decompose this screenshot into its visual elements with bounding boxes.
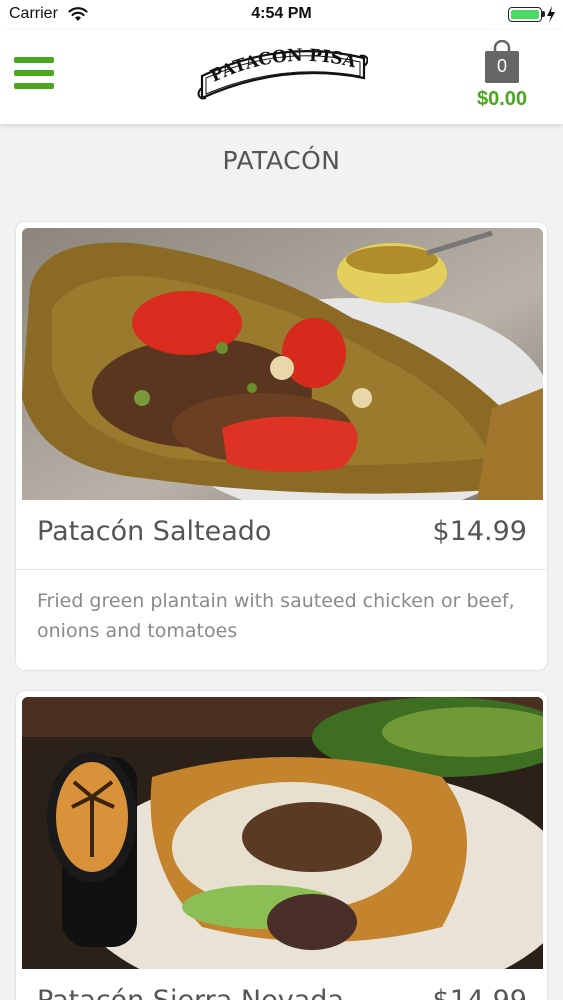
- app-header: PATACON PISA'O 0 $0.00: [0, 30, 563, 124]
- clock: 4:54 PM: [251, 5, 312, 22]
- cart-count-badge: 0: [496, 56, 507, 76]
- brand-logo[interactable]: PATACON PISA'O: [196, 40, 368, 106]
- item-name: Patacón Sierra Nevada: [37, 985, 344, 1000]
- battery-nub: [542, 11, 545, 17]
- battery-icon: [508, 7, 542, 22]
- menu-button[interactable]: [14, 57, 54, 91]
- divider: [16, 569, 547, 570]
- dish-photo: [22, 697, 543, 969]
- logo-text: PATACON PISA'O: [196, 40, 359, 87]
- item-price: $14.99: [432, 516, 527, 547]
- svg-text:PATACON PISA'O: PATACON PISA'O: [196, 40, 359, 87]
- status-bar: Carrier 4:54 PM: [0, 0, 563, 30]
- hamburger-line: [14, 83, 54, 89]
- menu-item-card[interactable]: Patacón Sierra Nevada $14.99: [15, 690, 548, 1000]
- item-description: Fried green plantain with sauteed chicke…: [37, 590, 515, 642]
- item-name: Patacón Salteado: [37, 516, 272, 547]
- category-title: PATACÓN: [222, 146, 341, 175]
- item-price: $14.99: [433, 985, 527, 1000]
- charging-bolt-icon: [547, 6, 555, 23]
- hamburger-line: [14, 70, 54, 76]
- menu-item-card[interactable]: Patacón Salteado $14.99 Fried green plan…: [15, 221, 548, 671]
- cart-button[interactable]: 0 $0.00: [466, 38, 538, 118]
- dish-photo: [22, 228, 543, 500]
- cart-total: $0.00: [476, 88, 528, 110]
- hamburger-menu-icon: [14, 57, 54, 63]
